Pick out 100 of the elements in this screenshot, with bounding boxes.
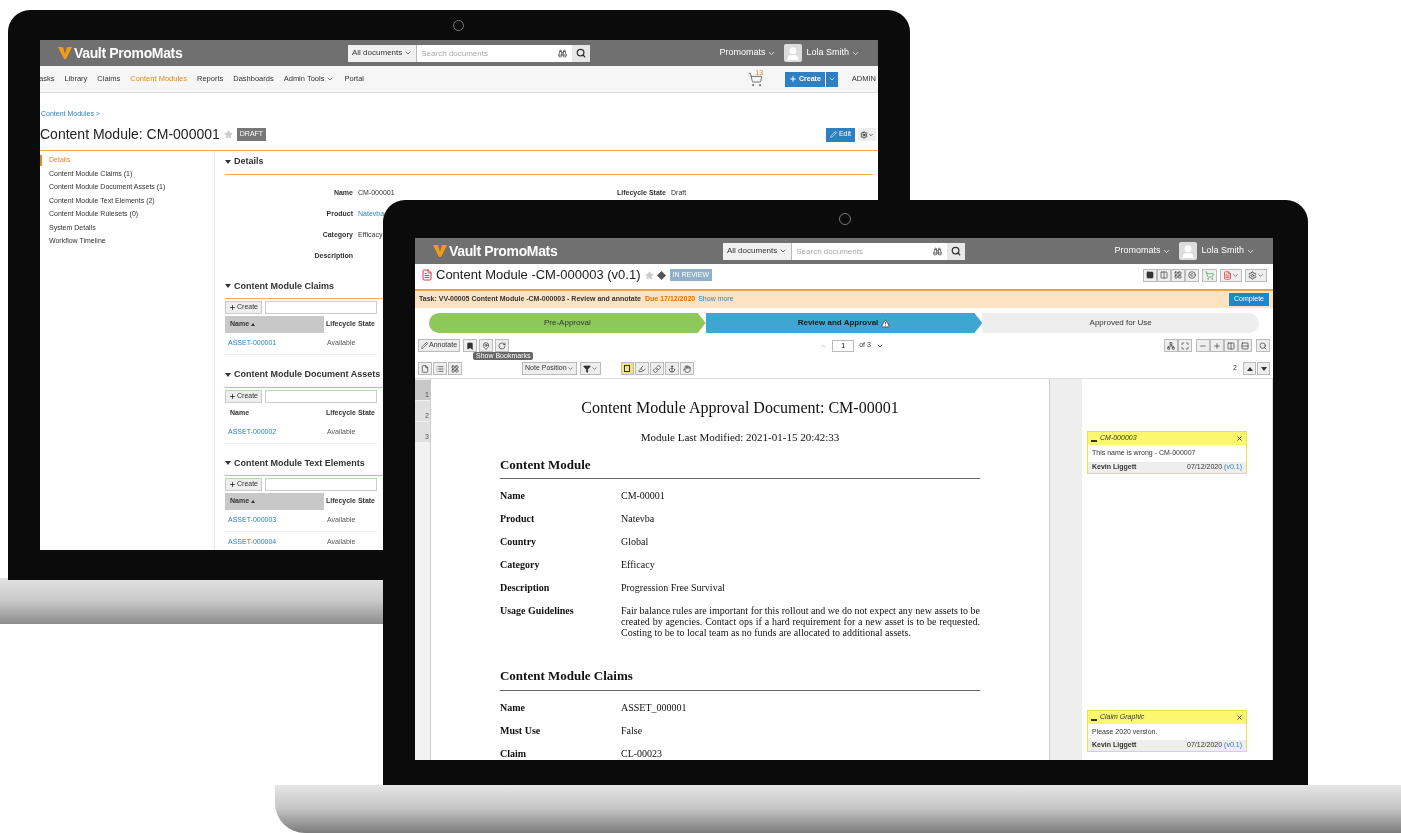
grid-icon	[1174, 271, 1182, 279]
fit-width-button[interactable]	[1224, 339, 1238, 352]
plus-icon	[1213, 341, 1221, 350]
fit-page-icon	[1241, 341, 1249, 350]
section-heading: Details	[234, 155, 264, 168]
star-icon	[223, 130, 233, 139]
avatar-icon	[1179, 242, 1198, 260]
diamond-icon	[656, 270, 666, 280]
fit-page-button[interactable]	[1238, 339, 1252, 352]
bookmark-button[interactable]	[463, 339, 478, 352]
hand-icon	[682, 364, 691, 373]
pencil-icon	[829, 131, 837, 138]
search-field[interactable]: Search documents	[792, 242, 928, 260]
highlighter-button[interactable]	[634, 362, 649, 375]
document-field-value: Fair balance rules are important for this rollout and we do not expect any new assets to be created by agencies. Contact ops if a hard requirement for a new asset is to be requested. Costing to be to local team as no funds are allocated to additional assets.	[620, 604, 981, 638]
binoculars-button[interactable]	[927, 242, 948, 260]
scope-dropdown[interactable]: All documents	[723, 242, 793, 260]
app-logo-text: Vault PromoMats	[449, 241, 558, 261]
app-menu[interactable]: Promomats	[1114, 244, 1172, 258]
caret-icon	[1232, 271, 1239, 279]
list-view-button[interactable]	[433, 362, 447, 375]
search-field[interactable]: Search documents	[417, 44, 553, 62]
star-icon	[644, 270, 654, 280]
search-icon	[576, 48, 587, 58]
user-menu[interactable]: Lola Smith	[806, 46, 860, 60]
collapse-triangle-icon	[225, 284, 231, 289]
fullscreen-button[interactable]	[1178, 339, 1192, 352]
text-tool-button[interactable]	[620, 362, 634, 375]
search-button[interactable]	[947, 242, 966, 260]
link-button[interactable]	[649, 362, 664, 375]
document-title: Content Module -CM-000003 (v0.1)	[436, 266, 641, 285]
document-field-value: Progression Free Survival	[620, 581, 726, 593]
pin-button[interactable]	[479, 339, 494, 352]
page-icon	[421, 364, 429, 373]
link-icon	[652, 364, 661, 373]
caret-icon	[827, 75, 836, 83]
document-field-label: Category	[499, 558, 541, 572]
workflow-stage: Review and Approval	[705, 313, 983, 333]
settings-menu-button[interactable]	[1245, 268, 1267, 282]
create-menu-button[interactable]	[825, 71, 838, 87]
search-button[interactable]	[572, 44, 591, 62]
filter-icon	[582, 364, 591, 373]
filter-field[interactable]	[265, 478, 377, 491]
document-field-value: CM-00001	[620, 489, 666, 501]
document-field-value: Natevba	[620, 512, 656, 524]
filter-dropdown[interactable]	[579, 362, 601, 375]
page-view-button[interactable]	[418, 362, 432, 375]
section-heading: Content Module Claims	[234, 279, 334, 293]
settings-menu-button[interactable]	[858, 128, 876, 141]
filter-field[interactable]	[265, 389, 377, 403]
settings-icon	[860, 130, 868, 139]
square-icon	[1146, 271, 1154, 279]
binoculars-button[interactable]	[552, 44, 573, 62]
workflow-stage: Approved for Use	[982, 313, 1259, 333]
document-subtitle: Module Last Modified: 2021-01-15 20:42:33	[639, 430, 841, 445]
pdf-icon	[421, 269, 433, 281]
columns-icon	[1160, 271, 1168, 279]
cart-icon	[748, 71, 764, 87]
grid-icon	[451, 364, 459, 373]
zoom-in-button[interactable]	[1210, 339, 1224, 352]
warning-icon	[881, 318, 891, 328]
search-icon	[1259, 341, 1267, 350]
highlighter-icon	[637, 364, 646, 373]
app-menu[interactable]: Promomats	[719, 46, 777, 60]
close-icon[interactable]	[1236, 713, 1243, 721]
scope-dropdown[interactable]: All documents	[348, 44, 418, 62]
document-field-value: CL-00023	[620, 746, 664, 759]
refresh-button[interactable]	[495, 339, 510, 352]
plus-icon	[789, 75, 798, 83]
document-field-value: Global	[620, 535, 650, 547]
plus-icon	[229, 481, 236, 488]
workflow-stage: Pre-Approval	[429, 313, 706, 333]
document-section-heading: Content Module Claims	[499, 666, 981, 691]
filter-field[interactable]	[265, 301, 377, 314]
cart-button[interactable]	[1202, 268, 1217, 282]
split-view-button[interactable]	[1157, 268, 1171, 282]
document-field-label: Product	[499, 512, 536, 526]
previous-note-button[interactable]	[1243, 362, 1256, 375]
close-icon[interactable]	[1236, 435, 1243, 442]
document-field-label: Usage Guidelines	[499, 604, 575, 618]
caret-icon	[590, 365, 598, 372]
page-title: Content Module: CM-000001	[40, 125, 220, 144]
document-section-heading: Content Module	[499, 454, 981, 479]
hand-tool-button[interactable]	[679, 362, 694, 375]
grid-view-button[interactable]	[1171, 268, 1185, 282]
copyright-button[interactable]	[1185, 268, 1199, 282]
document-field-label: Description	[499, 581, 551, 595]
next-note-button[interactable]	[1257, 362, 1270, 375]
sort-arrow-icon	[251, 500, 256, 503]
document-field-value: Efficacy	[620, 558, 656, 570]
user-menu[interactable]: Lola Smith	[1201, 244, 1255, 258]
anchor-button[interactable]	[664, 362, 679, 375]
fit-width-icon	[1227, 341, 1235, 350]
up-triangle-icon	[1246, 366, 1253, 371]
structure-button[interactable]	[1164, 339, 1178, 352]
cart-icon	[1205, 270, 1214, 280]
grid-view-button[interactable]	[448, 362, 462, 375]
avatar-icon	[784, 44, 803, 62]
single-view-button[interactable]	[1143, 268, 1157, 282]
pdf-menu-button[interactable]	[1220, 268, 1242, 282]
